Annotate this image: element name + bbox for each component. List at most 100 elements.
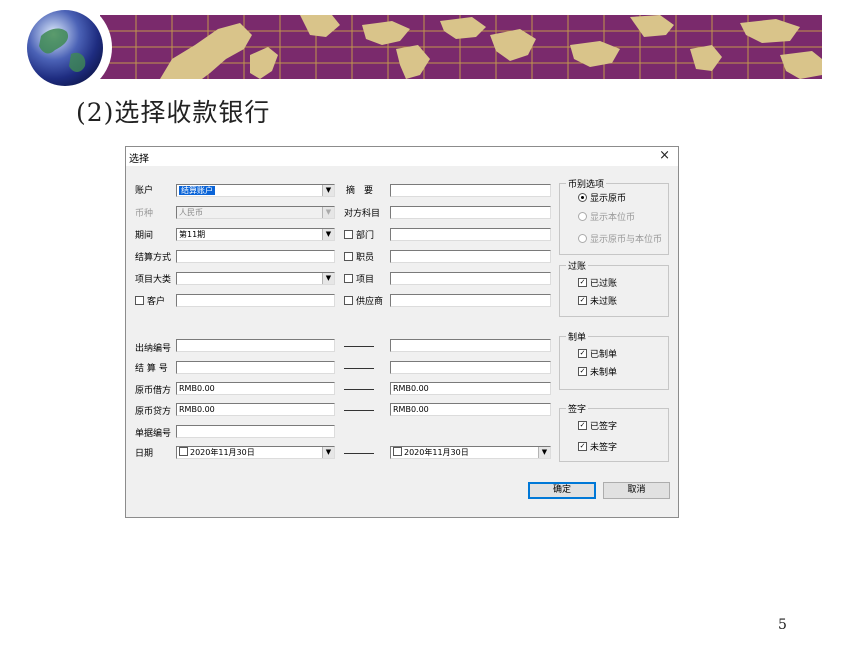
slide-title: (2)选择收款银行 [76,98,271,127]
doc-no-label: 单据编号 [135,429,172,439]
posted-checkbox[interactable]: ✓ 已过账 [578,278,617,290]
doc-no-input[interactable] [176,425,335,438]
supplier-label: 供应商 [356,297,384,307]
posting-group: 过账 ✓ 已过账 ✓ 未过账 [559,259,669,317]
cancel-button[interactable]: 取消 [603,482,670,499]
summary-input[interactable] [390,184,551,197]
customer-check-box[interactable] [135,296,144,305]
signing-group: 签字 ✓ 已签字 ✓ 未签字 [559,402,669,462]
account-select[interactable]: 结算账户 ▼ [176,184,335,197]
staff-check-box[interactable] [344,252,353,261]
unposted-label: 未过账 [590,297,618,307]
making-group: 制单 ✓ 已制单 ✓ 未制单 [559,330,669,390]
check-icon[interactable]: ✓ [578,421,587,430]
account-value: 结算账户 [179,186,215,195]
orig-credit-from-value: RMB0.00 [179,405,215,414]
unsigned-label: 未签字 [590,443,618,453]
date-to-picker[interactable]: 2020年11月30日 ▼ [390,446,551,459]
summary-label: 摘 要 [346,186,374,196]
show-original-radio[interactable]: 显示原币 [578,193,626,205]
orig-debit-from-input[interactable]: RMB0.00 [176,382,335,395]
currency-label: 币种 [135,209,154,219]
unposted-checkbox[interactable]: ✓ 未过账 [578,296,617,308]
making-title: 制单 [566,330,589,343]
dialog-title: 选择 [129,154,149,165]
project-checkbox[interactable]: 项目 [344,274,374,286]
posting-title: 过账 [566,259,589,272]
customer-checkbox[interactable]: 客户 [135,296,165,308]
date-to-check[interactable] [393,447,402,456]
signed-checkbox[interactable]: ✓ 已签字 [578,421,617,433]
department-check-box[interactable] [344,230,353,239]
supplier-input[interactable] [390,294,551,307]
signing-title: 签字 [566,402,589,415]
check-icon[interactable]: ✓ [578,296,587,305]
radio-disabled [578,212,587,221]
date-from-picker[interactable]: 2020年11月30日 ▼ [176,446,335,459]
staff-input[interactable] [390,250,551,263]
world-map-banner [100,15,822,79]
staff-checkbox[interactable]: 职员 [344,252,374,264]
orig-credit-to-value: RMB0.00 [393,405,429,414]
made-checkbox[interactable]: ✓ 已制单 [578,349,617,361]
globe-icon [27,10,103,86]
chevron-down-icon[interactable]: ▼ [322,273,334,284]
chevron-down-icon[interactable]: ▼ [322,447,334,458]
check-icon[interactable]: ✓ [578,278,587,287]
supplier-checkbox[interactable]: 供应商 [344,296,383,308]
date-label: 日期 [135,449,154,459]
chevron-down-icon[interactable]: ▼ [322,185,334,196]
supplier-check-box[interactable] [344,296,353,305]
customer-label: 客户 [147,297,166,307]
currency-value: 人民币 [179,208,203,217]
settle-no-from-input[interactable] [176,361,335,374]
period-value: 第11期 [179,230,206,239]
posted-label: 已过账 [590,279,618,289]
range-dash [344,389,374,390]
chevron-down-icon[interactable]: ▼ [538,447,550,458]
range-dash [344,410,374,411]
show-base-radio: 显示本位币 [578,212,635,224]
select-dialog: 选择 × 账户 币种 期间 结算方式 项目大类 客户 结算账户 ▼ 人民币 ▼ 第1… [125,146,679,518]
range-dash [344,368,374,369]
show-original-label: 显示原币 [590,194,627,204]
ok-button[interactable]: 确定 [528,482,596,499]
project-category-select[interactable]: ▼ [176,272,335,285]
close-icon[interactable]: × [659,148,670,163]
orig-credit-to-input[interactable]: RMB0.00 [390,403,551,416]
check-icon[interactable]: ✓ [578,367,587,376]
page-number: 5 [778,617,787,633]
cashier-no-from-input[interactable] [176,339,335,352]
project-input[interactable] [390,272,551,285]
counter-subject-input[interactable] [390,206,551,219]
check-icon[interactable]: ✓ [578,349,587,358]
unsigned-checkbox[interactable]: ✓ 未签字 [578,442,617,454]
project-category-label: 项目大类 [135,275,172,285]
settle-no-to-input[interactable] [390,361,551,374]
range-dash [344,346,374,347]
department-input[interactable] [390,228,551,241]
date-from-check[interactable] [179,447,188,456]
orig-credit-from-input[interactable]: RMB0.00 [176,403,335,416]
orig-debit-label: 原币借方 [135,386,172,396]
chevron-down-icon[interactable]: ▼ [322,229,334,240]
unmade-checkbox[interactable]: ✓ 未制单 [578,367,617,379]
show-both-label: 显示原币与本位币 [590,235,663,245]
cashier-no-label: 出纳编号 [135,344,172,354]
counter-subject-label: 对方科目 [344,209,381,219]
department-label: 部门 [356,231,375,241]
radio-disabled [578,234,587,243]
period-select[interactable]: 第11期 ▼ [176,228,335,241]
orig-debit-to-input[interactable]: RMB0.00 [390,382,551,395]
cashier-no-to-input[interactable] [390,339,551,352]
period-label: 期间 [135,231,154,241]
check-icon[interactable]: ✓ [578,442,587,451]
currency-select: 人民币 ▼ [176,206,335,219]
chevron-down-icon: ▼ [322,207,334,218]
settle-method-input[interactable] [176,250,335,263]
project-check-box[interactable] [344,274,353,283]
date-to-value: 2020年11月30日 [404,448,469,457]
customer-input[interactable] [176,294,335,307]
department-checkbox[interactable]: 部门 [344,230,374,242]
radio-selected[interactable] [578,193,587,202]
